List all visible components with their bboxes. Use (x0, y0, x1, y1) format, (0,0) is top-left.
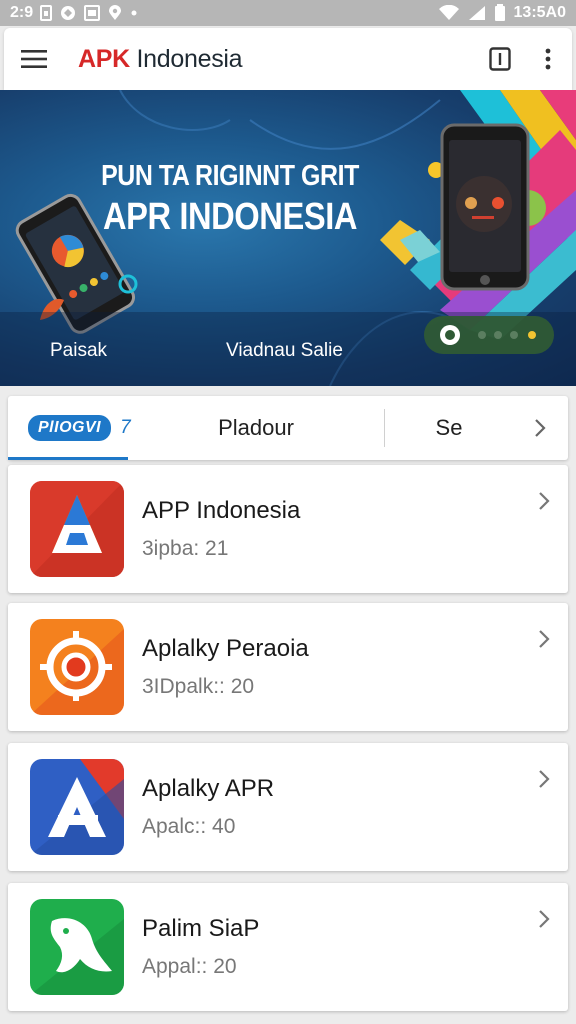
more-button[interactable] (524, 28, 572, 90)
fish-logo-icon (30, 899, 124, 995)
brand-dark: Indonesia (129, 44, 243, 73)
status-bar: 2:9 13:5A0 (0, 0, 576, 26)
app-text: Aplalky APR Apalc:: 40 (142, 775, 520, 839)
a-logo-icon (30, 759, 124, 855)
chevron-right-icon (520, 491, 568, 511)
app-text: Palim SiaP Appal:: 20 (142, 915, 520, 979)
list-item[interactable]: Aplalky APR Apalc:: 40 (8, 743, 568, 871)
dot-icon (130, 9, 138, 17)
tab-se[interactable]: Se (385, 396, 513, 460)
banner-caption-right: Viadnau Salie (226, 340, 343, 361)
location-icon (107, 5, 123, 21)
app-name: Aplalky Peraoia (142, 635, 309, 662)
app-meta: 3IDpalk:: 20 (142, 675, 255, 698)
tab-badge: PlΙΟGVI (28, 415, 112, 441)
chevron-right-icon (520, 629, 568, 649)
chevron-right-icon (520, 769, 568, 789)
more-vert-icon (545, 48, 551, 70)
list-item[interactable]: Aplalky Peraoia 3IDpalk:: 20 (8, 603, 568, 731)
app-meta: 3ipba: 21 (142, 537, 229, 560)
status-left: 2:9 (10, 4, 138, 22)
tab-featured[interactable]: PlΙΟGVI 7 (8, 396, 131, 460)
tab-badge-number: 7 (120, 417, 131, 438)
chevron-right-icon (520, 909, 568, 929)
status-time-left: 2:9 (10, 4, 34, 21)
window-button[interactable] (476, 28, 524, 90)
tab-popular[interactable]: Pladour (128, 396, 384, 460)
sim-icon (40, 5, 53, 21)
banner-title: APR INDONESIA (102, 196, 358, 238)
battery-icon (494, 4, 506, 22)
menu-icon (21, 50, 47, 68)
app-meta: Appal:: 20 (142, 955, 237, 978)
app-meta: Apalc:: 40 (142, 815, 236, 838)
brand-red: APK (78, 44, 130, 73)
app-text: APP Indonesia 3ipba: 21 (142, 497, 520, 561)
triangle-logo-icon (30, 481, 124, 577)
window-icon (489, 47, 511, 71)
brand-title: APK Indonesia (78, 44, 243, 74)
list-item[interactable]: APP Indonesia 3ipba: 21 (8, 465, 568, 593)
promo-banner[interactable]: PUN TA RIGINNT GRIT APR INDONESIA Paisak… (0, 90, 576, 386)
wifi-icon (438, 5, 460, 21)
banner-caption-left: Paisak (50, 340, 108, 361)
list-item[interactable]: Palim SiaP Appal:: 20 (8, 883, 568, 1011)
app-name: Palim SiaP (142, 915, 260, 942)
app-name: Aplalky APR (142, 775, 275, 802)
app-text: Aplalky Peraoia 3IDpalk:: 20 (142, 635, 520, 699)
app-bar: APK Indonesia (4, 28, 572, 90)
notification-icon (59, 5, 77, 21)
banner-toggle-pill (424, 316, 554, 354)
signal-icon (468, 5, 486, 21)
status-right: 13:5A0 (438, 4, 566, 22)
chevron-right-icon (535, 419, 546, 437)
tabs-next-button[interactable] (513, 396, 567, 460)
app-name: APP Indonesia (142, 497, 301, 524)
category-tabs: PlΙΟGVI 7 Pladour Se (8, 396, 568, 460)
banner-headline: PUN TA RIGINNT GRIT (101, 160, 359, 192)
status-time-right: 13:5A0 (513, 4, 566, 21)
gallery-icon (84, 5, 101, 21)
menu-button[interactable] (4, 28, 64, 90)
target-logo-icon (30, 619, 124, 715)
